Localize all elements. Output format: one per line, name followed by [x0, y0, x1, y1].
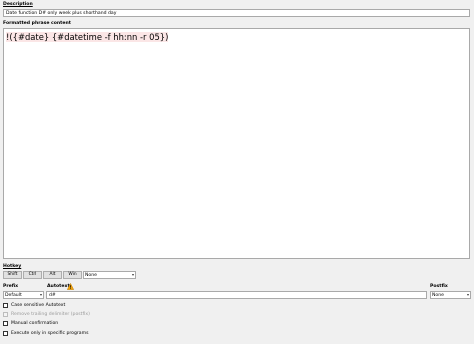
case-sensitive-option[interactable]: Case sensitive Autotext: [3, 302, 65, 309]
case-sensitive-label: Case sensitive Autotext: [11, 303, 66, 308]
shift-button[interactable]: Shift: [3, 271, 22, 279]
hotkey-label: Hotkey: [3, 264, 22, 269]
ctrl-button[interactable]: Ctrl: [23, 271, 42, 279]
remove-trailing-delimiter-label: Remove trailing delimiter (postfix): [11, 312, 90, 317]
case-sensitive-checkbox[interactable]: [3, 303, 8, 308]
autotext-value: d#: [49, 293, 56, 298]
description-value: Date function D# only week plus shorthan…: [6, 11, 117, 16]
hotkey-key-value: None: [85, 273, 97, 278]
prefix-value: Default: [5, 293, 22, 298]
chevron-down-icon: ▾: [39, 292, 42, 297]
execute-specific-programs-label: Execute only in specific programs: [11, 331, 89, 336]
warning-triangle-icon: [66, 282, 75, 290]
execute-specific-programs-checkbox[interactable]: [3, 331, 8, 336]
execute-specific-programs-option[interactable]: Execute only in specific programs: [3, 330, 88, 337]
hotkey-key-select[interactable]: None ▾: [83, 271, 136, 279]
manual-confirmation-label: Manual confirmation: [11, 321, 59, 326]
content-text: !({#date} {#datetime -f hh:nn -r 05}): [6, 32, 169, 42]
chevron-down-icon: ▾: [131, 272, 134, 277]
remove-trailing-delimiter-checkbox: [3, 312, 8, 317]
remove-trailing-delimiter-option: Remove trailing delimiter (postfix): [3, 311, 90, 318]
autotext-input[interactable]: d#: [46, 291, 427, 299]
chevron-down-icon: ▾: [466, 292, 469, 297]
postfix-label: Postfix: [430, 284, 448, 289]
content-editor[interactable]: !({#date} {#datetime -f hh:nn -r 05}): [3, 28, 470, 259]
prefix-select[interactable]: Default ▾: [3, 291, 44, 299]
win-button[interactable]: Win: [63, 271, 82, 279]
alt-button[interactable]: Alt: [43, 271, 62, 279]
postfix-value: None: [432, 293, 444, 298]
description-input[interactable]: Date function D# only week plus shorthan…: [3, 9, 470, 17]
manual-confirmation-option[interactable]: Manual confirmation: [3, 320, 58, 327]
prefix-label: Prefix: [3, 284, 19, 289]
postfix-select[interactable]: None ▾: [430, 291, 471, 299]
manual-confirmation-checkbox[interactable]: [3, 321, 8, 326]
description-label: Description: [3, 2, 33, 7]
content-label: Formatted phrase content: [3, 21, 71, 26]
